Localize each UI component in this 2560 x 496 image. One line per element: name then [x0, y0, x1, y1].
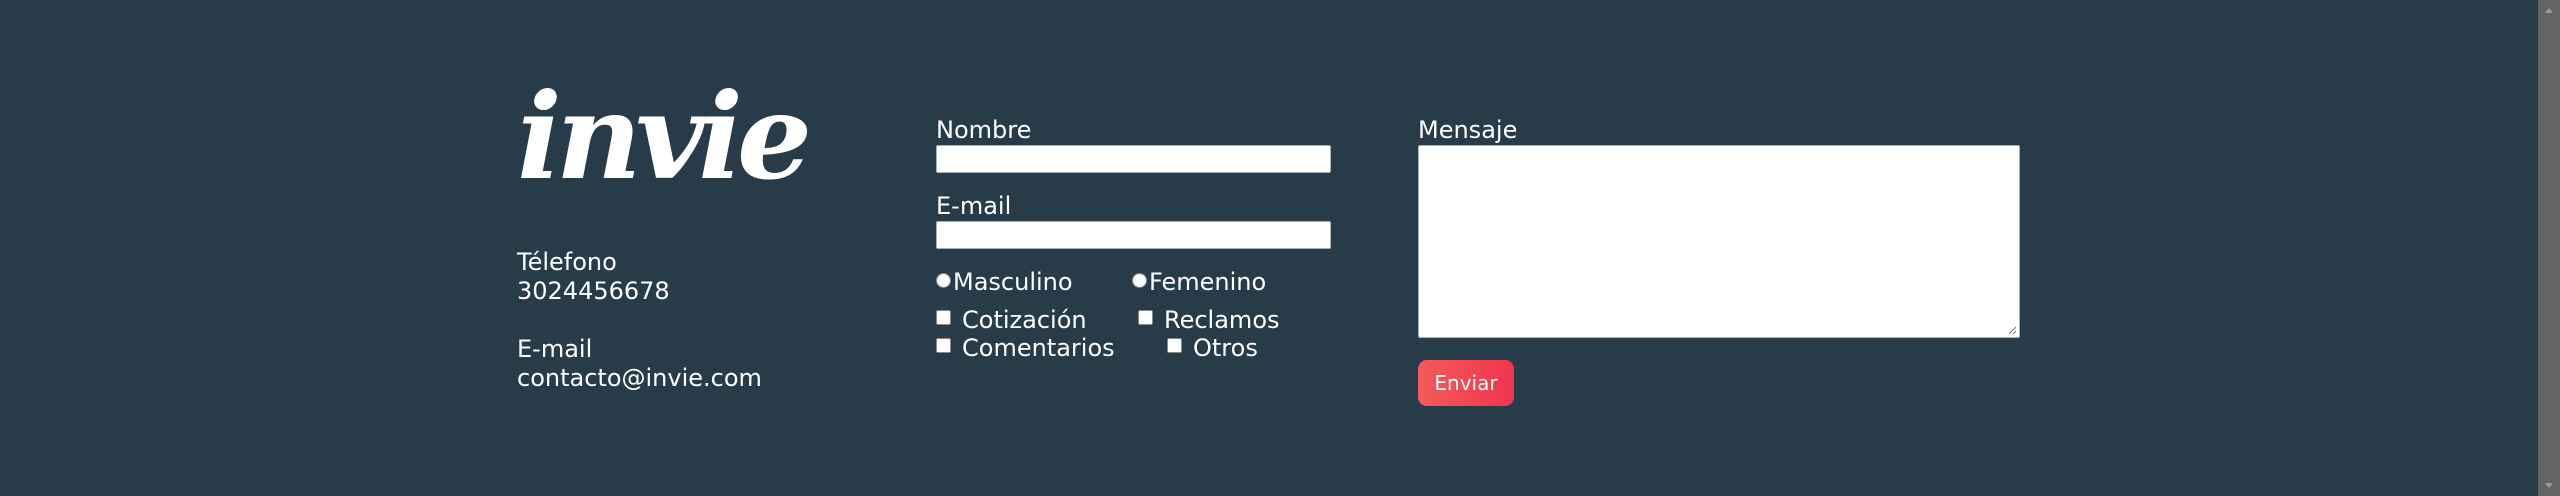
radio-label: Femenino [1149, 268, 1267, 296]
brand-column: invie Télefono 3024456678 E-mail contact… [517, 78, 877, 393]
contact-footer: invie Télefono 3024456678 E-mail contact… [0, 0, 2560, 496]
scroll-down-icon[interactable] [2545, 483, 2553, 488]
checkbox[interactable] [1138, 310, 1153, 325]
resize-grip-icon[interactable] [2007, 325, 2017, 335]
radio-femenino[interactable]: Femenino [1132, 267, 1266, 297]
vertical-scrollbar[interactable] [2538, 0, 2560, 496]
checkbox[interactable] [936, 338, 951, 353]
checkbox-label: Reclamos [1164, 306, 1280, 334]
contact-info: Télefono 3024456678 E-mail contacto@invi… [517, 248, 877, 393]
checkbox-label: Otros [1193, 334, 1258, 362]
gender-radio-group: Masculino Femenino [936, 267, 1336, 305]
name-label: Nombre [936, 116, 1032, 144]
contact-form-left: Nombre E-mail Masculino Femenino Cotizac… [936, 115, 1336, 365]
send-button[interactable]: Enviar [1418, 360, 1514, 406]
radio-button[interactable] [1132, 273, 1147, 288]
topic-checkbox-group: Cotización Reclamos Comentarios Otros [936, 305, 1336, 365]
checkbox-otros[interactable]: Otros [1167, 333, 1258, 363]
email-label: E-mail [517, 335, 593, 363]
checkbox-reclamos[interactable]: Reclamos [1138, 305, 1280, 335]
email-input[interactable] [936, 221, 1331, 249]
checkbox[interactable] [936, 310, 951, 325]
invie-logo: invie [517, 78, 813, 198]
email-label: E-mail [936, 192, 1012, 220]
email-value: contacto@invie.com [517, 364, 762, 392]
radio-button[interactable] [936, 273, 951, 288]
checkbox-label: Cotización [962, 306, 1087, 334]
phone-label: Télefono [517, 248, 617, 276]
name-input[interactable] [936, 145, 1331, 173]
radio-masculino[interactable]: Masculino [936, 267, 1073, 297]
checkbox-label: Comentarios [962, 334, 1115, 362]
radio-label: Masculino [953, 268, 1073, 296]
message-textarea[interactable] [1418, 145, 2020, 338]
checkbox[interactable] [1167, 338, 1182, 353]
scroll-up-icon[interactable] [2545, 8, 2553, 13]
phone-value: 3024456678 [517, 277, 670, 305]
message-label: Mensaje [1418, 116, 1518, 144]
checkbox-comentarios[interactable]: Comentarios [936, 333, 1115, 363]
svg-text:invie: invie [517, 78, 807, 198]
checkbox-cotizacion[interactable]: Cotización [936, 305, 1087, 335]
contact-form-right: Mensaje Enviar [1418, 115, 2028, 406]
